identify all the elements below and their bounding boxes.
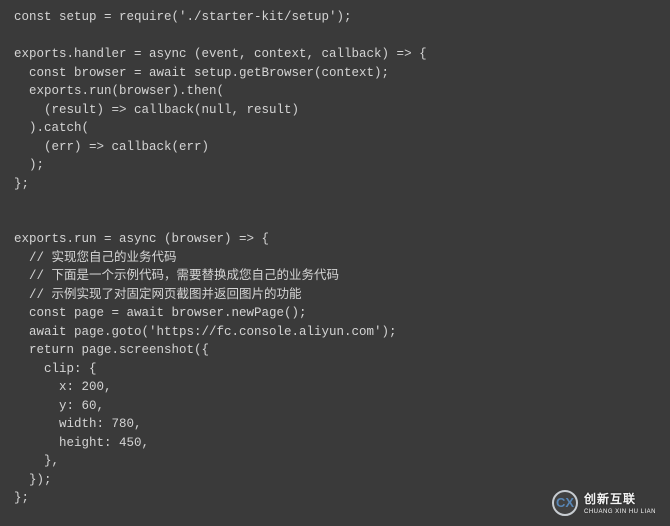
brand-icon: CX — [552, 490, 578, 516]
brand-name: 创新互联 — [584, 490, 656, 509]
brand-sub: CHUANG XIN HU LIAN — [584, 508, 656, 516]
brand-text-group: 创新互联 CHUANG XIN HU LIAN — [584, 490, 656, 517]
watermark: CX 创新互联 CHUANG XIN HU LIAN — [552, 490, 656, 517]
code-block: const setup = require('./starter-kit/set… — [0, 0, 670, 516]
